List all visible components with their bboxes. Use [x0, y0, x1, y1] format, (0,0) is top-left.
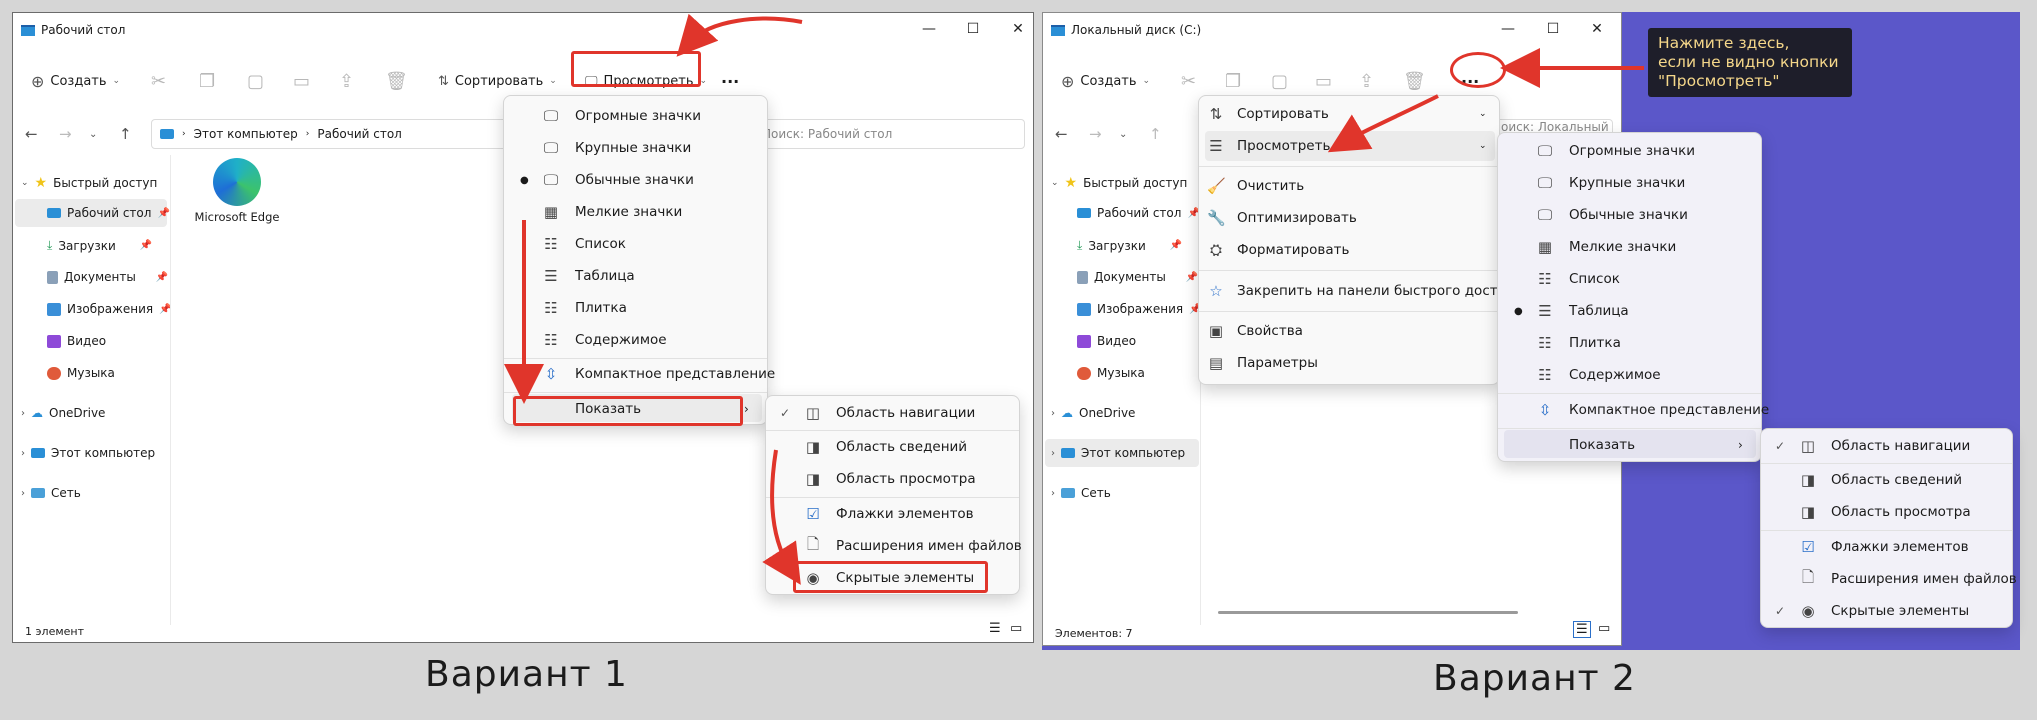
pin-icon: 📌 — [1185, 271, 1199, 283]
menu-item-format[interactable]: ⛭ Форматировать — [1199, 235, 1499, 265]
menu-item-preview-pane[interactable]: ◨ Область просмотра — [1761, 497, 2012, 527]
sidebar-item-onedrive[interactable]: › ☁ OneDrive — [1051, 406, 1135, 420]
list-icon: ☷ — [1538, 270, 1552, 288]
menu-item-item-checkboxes[interactable]: ☑ Флажки элементов — [1761, 532, 2012, 562]
network-icon — [1061, 488, 1075, 498]
download-icon: ⤓ — [1077, 238, 1083, 252]
chevron-right-icon: › — [1051, 407, 1055, 419]
status-bar: Элементов: 7 — [1055, 627, 1133, 640]
chevron-right-icon: › — [1738, 438, 1743, 452]
menu-item-small-icons[interactable]: ▦ Мелкие значки — [1498, 232, 1761, 262]
annotation-arrows-left — [504, 13, 803, 585]
sidebar-item-desktop[interactable]: Рабочий стол 📌 — [1077, 206, 1200, 220]
caption-variant-2: Вариант 2 — [1433, 658, 1636, 699]
menu-item-details[interactable]: ● ☰ Таблица — [1498, 296, 1761, 326]
tiles-view-icon[interactable]: ▭ — [1598, 621, 1610, 636]
menu-item-tiles[interactable]: ☷ Плитка — [1498, 328, 1761, 358]
pane-icon: ◨ — [1800, 471, 1816, 489]
menu-item-file-extensions[interactable]: 🗋 Расширения имен файлов — [1761, 564, 2017, 594]
show-submenu: ✓ ◫ Область навигации ◨ Область сведений ◨ О… — [1760, 428, 2017, 628]
chevron-right-icon: › — [1051, 447, 1055, 459]
picture-icon — [1077, 302, 1091, 316]
grid-icon: ▦ — [1537, 238, 1553, 256]
table-icon: ☰ — [1538, 302, 1552, 320]
menu-item-navigation-pane[interactable]: ✓ ◫ Область навигации — [1761, 431, 2012, 461]
bullet-icon: ● — [1514, 305, 1523, 317]
cloud-icon: ☁ — [1061, 406, 1073, 420]
menu-item-pin-quick-access[interactable]: ☆ Закрепить на панели быстрого доступа — [1199, 276, 1522, 306]
format-icon: ⛭ — [1209, 241, 1222, 259]
sidebar-item-documents[interactable]: Документы 📌 — [1077, 270, 1198, 284]
content-icon: ☷ — [1538, 366, 1552, 384]
menu-item-content[interactable]: ☷ Содержимое — [1498, 360, 1761, 390]
pane-icon: ◫ — [1800, 437, 1816, 455]
navigation-pane: ⌄ ★ Быстрый доступ Рабочий стол 📌 ⤓ Загр… — [1043, 163, 1202, 633]
horizontal-scrollbar[interactable] — [1218, 611, 1518, 614]
menu-item-medium-icons[interactable]: 🖵 Обычные значки — [1498, 200, 1761, 230]
sidebar-item-videos[interactable]: Видео — [1077, 334, 1136, 348]
compact-icon: ⇳ — [1538, 401, 1552, 419]
music-icon — [1077, 366, 1091, 380]
sidebar-item-music[interactable]: Музыка — [1077, 366, 1145, 380]
wrench-icon: 🔧 — [1207, 209, 1226, 227]
menu-item-show[interactable]: Показать › — [1498, 430, 1761, 460]
sidebar-item-pictures[interactable]: Изображения 📌 — [1077, 302, 1202, 316]
properties-icon: ▣ — [1208, 322, 1224, 340]
computer-icon — [1061, 448, 1075, 458]
check-icon: ✓ — [1775, 439, 1786, 453]
pin-icon: 📌 — [1169, 240, 1183, 251]
details-view-icon[interactable]: ☰ — [1573, 621, 1591, 638]
check-icon: ✓ — [1775, 604, 1786, 618]
monitor-icon: 🖵 — [1537, 206, 1553, 224]
eye-icon: ◉ — [1801, 602, 1815, 620]
pane-icon: ◨ — [1800, 503, 1816, 521]
checkbox-icon: ☑ — [1801, 538, 1815, 556]
sidebar-item-this-pc[interactable]: › Этот компьютер — [1051, 446, 1185, 460]
annotation-arrows-right — [1327, 48, 1644, 153]
menu-item-optimize[interactable]: 🔧 Оптимизировать — [1199, 203, 1499, 233]
hint-callout: Нажмите здесь, если не видно кнопки "Про… — [1648, 28, 1852, 97]
sidebar-item-network[interactable]: › Сеть — [1051, 486, 1111, 500]
menu-item-details-pane[interactable]: ◨ Область сведений — [1761, 465, 2012, 495]
menu-item-hidden-items[interactable]: ✓ ◉ Скрытые элементы — [1761, 596, 2012, 626]
menu-item-options[interactable]: ▤ Параметры — [1199, 348, 1499, 378]
sidebar-item-downloads[interactable]: ⤓ Загрузки 📌 — [1077, 238, 1182, 253]
document-icon — [1077, 270, 1088, 284]
menu-item-compact-view[interactable]: ⇳ Компактное представление — [1498, 395, 1770, 425]
tiles-icon: ☷ — [1538, 334, 1552, 352]
desktop-icon — [1077, 208, 1091, 218]
options-icon: ▤ — [1208, 354, 1224, 372]
menu-item-list[interactable]: ☷ Список — [1498, 264, 1761, 294]
chevron-right-icon: › — [1051, 487, 1055, 499]
video-icon — [1077, 334, 1091, 348]
file-icon: 🗋 — [1801, 567, 1815, 586]
caption-variant-1: Вариант 1 — [425, 654, 628, 695]
star-icon: ☆ — [1209, 282, 1223, 300]
menu-item-properties[interactable]: ▣ Свойства — [1199, 316, 1499, 346]
